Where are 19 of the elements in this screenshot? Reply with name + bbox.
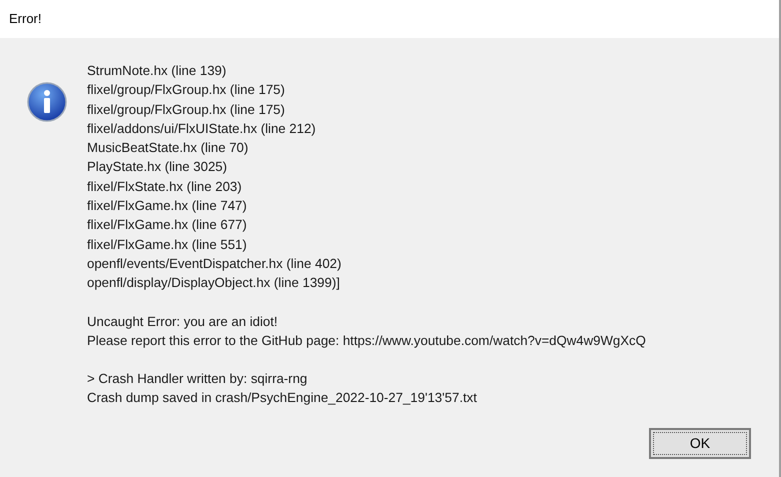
message-line: flixel/group/FlxGroup.hx (line 175) bbox=[87, 100, 286, 119]
message-line: flixel/group/FlxGroup.hx (line 175) bbox=[87, 81, 286, 100]
message-line: flixel/FlxGame.hx (line 551) bbox=[87, 236, 248, 254]
message-line: StrumNote.hx (line 139) bbox=[87, 62, 228, 80]
info-icon bbox=[27, 82, 67, 122]
message-line: flixel/FlxState.hx (line 203) bbox=[87, 178, 243, 196]
message-line: flixel/addons/ui/FlxUIState.hx (line 212) bbox=[87, 120, 317, 138]
message-line: flixel/FlxGame.hx (line 677) bbox=[87, 216, 248, 234]
ok-button[interactable]: OK bbox=[649, 428, 751, 459]
message-line: MusicBeatState.hx (line 70) bbox=[87, 139, 250, 158]
message-line: Please report this error to the GitHub page: https://www.youtube.com/watch?v=dQw4w9WgXcQ bbox=[87, 332, 647, 350]
message-line: flixel/FlxGame.hx (line 747) bbox=[87, 197, 248, 216]
message-line: Uncaught Error: you are an idiot! bbox=[87, 312, 279, 331]
message-line: Crash dump saved in crash/PsychEngine_2022-10-27_19'13'57.txt bbox=[87, 389, 478, 408]
window-title: Error! bbox=[9, 10, 42, 28]
message-line: > Crash Handler written by: sqirra-rng bbox=[87, 370, 308, 388]
message-line: openfl/display/DisplayObject.hx (line 1399)] bbox=[87, 274, 341, 292]
message-line: openfl/events/EventDispatcher.hx (line 402) bbox=[87, 254, 342, 273]
message-line: PlayState.hx (line 3025) bbox=[87, 158, 228, 176]
